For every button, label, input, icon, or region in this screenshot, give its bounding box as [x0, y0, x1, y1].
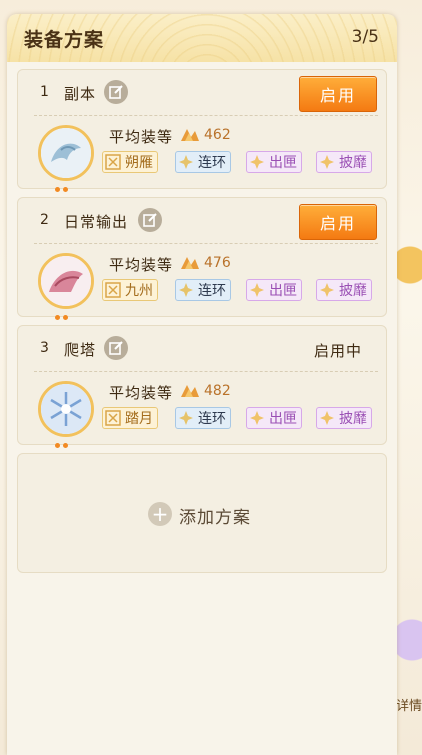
- set-tag-purple[interactable]: 披靡: [316, 407, 372, 429]
- set-tag-blue[interactable]: 连环: [175, 407, 231, 429]
- gold-set-icon: [105, 282, 121, 298]
- plan-count: 3/5: [351, 27, 379, 47]
- avg-gear-label: 平均装等: [109, 128, 174, 146]
- blue-set-icon: [179, 155, 193, 169]
- in-use-status: 启用中: [314, 342, 363, 360]
- set-tag-blue[interactable]: 连环: [175, 279, 231, 301]
- background-detail-text: 详情: [396, 699, 422, 714]
- set-tag-purple[interactable]: 出匣: [246, 407, 302, 429]
- snowflake-avatar-icon[interactable]: [38, 381, 94, 437]
- plan-card: 1 副本 启用 平均装等 462 朔雁 连环 出匣 披靡: [17, 69, 387, 192]
- avg-gear-value: 462: [204, 127, 231, 143]
- plan-number: 3: [40, 340, 49, 356]
- set-tag-gold[interactable]: 踏月: [102, 407, 158, 429]
- set-tag-blue[interactable]: 连环: [175, 151, 231, 173]
- divider: [34, 115, 378, 116]
- blue-set-icon: [179, 283, 193, 297]
- plan-name: 副本: [64, 85, 97, 103]
- add-plan-button[interactable]: + 添加方案: [17, 453, 387, 573]
- plus-icon: +: [148, 502, 172, 526]
- avg-gear-value: 482: [204, 383, 231, 399]
- phoenix-avatar-icon[interactable]: [38, 253, 94, 309]
- gold-set-icon: [105, 410, 121, 426]
- avg-gear-value: 476: [204, 255, 231, 271]
- plan-card: 3 爬塔 启用中 平均装等 482 踏月 连环 出匣 披靡: [17, 325, 387, 448]
- purple-set-icon: [320, 283, 334, 297]
- add-plan-label: 添加方案: [179, 508, 251, 528]
- divider: [34, 243, 378, 244]
- gear-level-icon: [179, 127, 201, 145]
- plan-name: 日常输出: [64, 213, 129, 231]
- plan-number: 2: [40, 212, 49, 228]
- activate-button[interactable]: 启用: [299, 76, 377, 112]
- equipment-plan-panel: 装备方案 3/5 1 副本 启用 平均装等 462 朔雁 连环 出匣 披靡 2 …: [7, 14, 397, 755]
- panel-title: 装备方案: [24, 29, 105, 51]
- edit-icon[interactable]: [104, 336, 128, 360]
- purple-set-icon: [250, 283, 264, 297]
- activate-button[interactable]: 启用: [299, 204, 377, 240]
- gear-level-icon: [179, 383, 201, 401]
- plan-number: 1: [40, 84, 49, 100]
- set-tag-purple[interactable]: 披靡: [316, 151, 372, 173]
- avg-gear-label: 平均装等: [109, 384, 174, 402]
- set-tag-purple[interactable]: 出匣: [246, 151, 302, 173]
- plan-name: 爬塔: [64, 341, 97, 359]
- set-tag-gold[interactable]: 朔雁: [102, 151, 158, 173]
- divider: [34, 371, 378, 372]
- blue-set-icon: [179, 411, 193, 425]
- edit-icon[interactable]: [104, 80, 128, 104]
- purple-set-icon: [250, 411, 264, 425]
- dragon-avatar-icon[interactable]: [38, 125, 94, 181]
- edit-icon[interactable]: [138, 208, 162, 232]
- set-tag-purple[interactable]: 披靡: [316, 279, 372, 301]
- set-tag-purple[interactable]: 出匣: [246, 279, 302, 301]
- avg-gear-label: 平均装等: [109, 256, 174, 274]
- panel-header: 装备方案 3/5: [7, 14, 397, 62]
- purple-set-icon: [320, 155, 334, 169]
- plan-card: 2 日常输出 启用 平均装等 476 九州 连环 出匣 披靡: [17, 197, 387, 320]
- purple-set-icon: [320, 411, 334, 425]
- purple-set-icon: [250, 155, 264, 169]
- gear-level-icon: [179, 255, 201, 273]
- set-tag-gold[interactable]: 九州: [102, 279, 158, 301]
- gold-set-icon: [105, 154, 121, 170]
